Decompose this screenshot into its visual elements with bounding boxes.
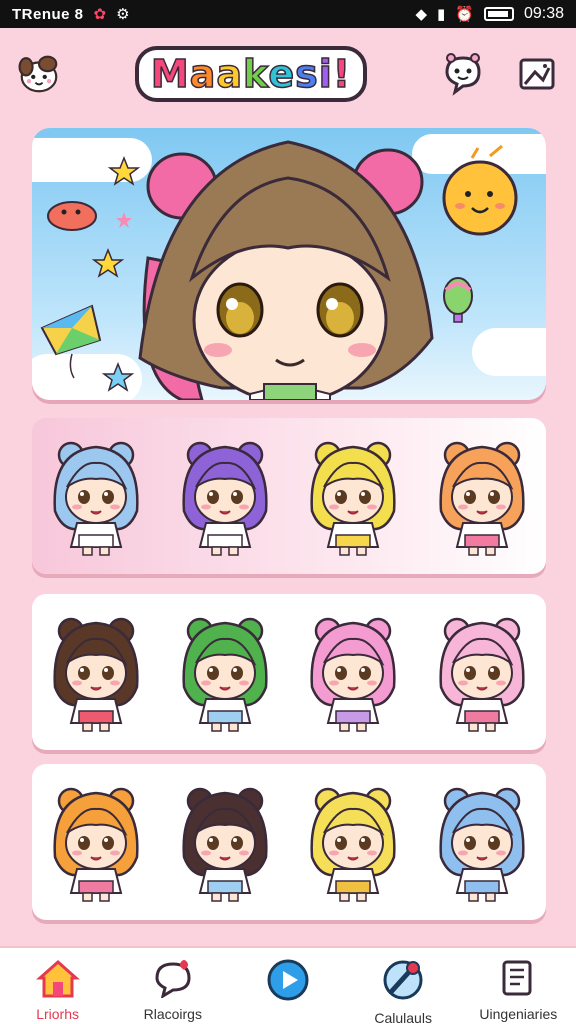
orange-bear-girl-sticker[interactable] (41, 777, 151, 907)
title-letter: s (294, 51, 319, 97)
clock: 09:38 (523, 5, 564, 22)
nav-label: Uingeniaries (479, 1006, 558, 1022)
carrier-name: TRenue 8 (12, 5, 84, 23)
nav-item-palette-brush[interactable]: Calulauls (348, 958, 458, 1024)
app-title: Maakesi! (134, 46, 368, 102)
light-pink-hair-girl-sticker[interactable] (427, 607, 537, 737)
brown-bear-girl-sticker[interactable] (41, 607, 151, 737)
purple-hair-girl-sticker[interactable] (170, 431, 280, 561)
wifi-icon: ◆ (415, 5, 427, 23)
dark-bear-girl-sticker[interactable] (170, 777, 280, 907)
title-letter: ! (332, 51, 352, 97)
pink-hair-girl-sticker[interactable] (298, 607, 408, 737)
rainbow-hair-girl-sticker[interactable] (298, 777, 408, 907)
blue-hood-girl-sticker[interactable] (427, 777, 537, 907)
flower-icon: ✿ (93, 5, 107, 23)
chat-bubble-icon[interactable] (440, 51, 486, 97)
bottom-navigation: Lriorhs Rlacoirgs Calulauls Uingeniaries (0, 946, 576, 1024)
title-letter: a (216, 51, 244, 97)
image-gallery-icon[interactable] (514, 51, 560, 97)
title-letter: a (189, 51, 217, 97)
play-circle-icon (266, 958, 310, 1006)
chat-heart-icon (151, 958, 195, 1002)
sticker-row (32, 764, 546, 920)
blue-cat-girl-sticker[interactable] (41, 431, 151, 561)
star-icon (91, 155, 141, 392)
nav-item-chat-heart[interactable]: Rlacoirgs (118, 958, 228, 1022)
yellow-bear-girl-sticker[interactable] (298, 431, 408, 561)
home-icon (35, 958, 80, 1002)
title-letter: e (268, 51, 296, 97)
sticker-row (32, 418, 546, 574)
nav-label: Lriorhs (36, 1006, 79, 1022)
nav-item-notebook[interactable]: Uingeniaries (463, 958, 573, 1022)
title-letter: k (242, 51, 269, 97)
sticker-row (32, 594, 546, 750)
signal-icon: ▮ (437, 5, 446, 23)
nav-item-home[interactable]: Lriorhs (3, 958, 113, 1022)
title-letter: i (318, 51, 333, 97)
notebook-icon (498, 958, 538, 1002)
orange-hair-girl-sticker[interactable] (427, 431, 537, 561)
green-cat-girl-sticker[interactable] (170, 607, 280, 737)
status-bar: TRenue 8 ✿ ⚙ ◆ ▮ ⏰ 09:38 (0, 0, 576, 28)
puppy-avatar-icon[interactable] (16, 51, 62, 97)
nav-label: Calulauls (374, 1010, 432, 1024)
anime-girl-illustration (138, 140, 434, 400)
notification-icon: ⚙ (116, 5, 130, 23)
nav-label: Rlacoirgs (143, 1006, 202, 1022)
nav-item-play-circle[interactable] (233, 958, 343, 1010)
app-header: Maakesi! (0, 28, 576, 120)
battery-icon (483, 7, 514, 21)
hero-banner[interactable] (32, 128, 546, 400)
alarm-icon: ⏰ (455, 5, 474, 23)
title-letter: M (150, 51, 190, 97)
palette-brush-icon (381, 958, 425, 1006)
